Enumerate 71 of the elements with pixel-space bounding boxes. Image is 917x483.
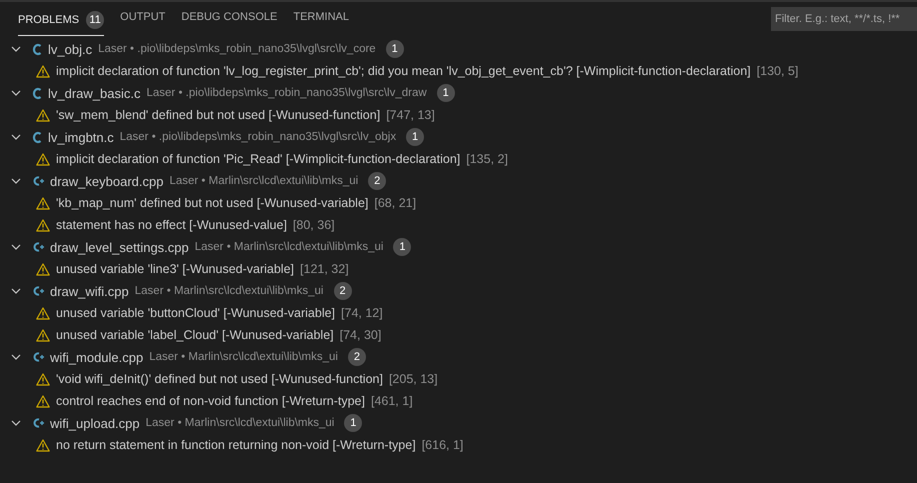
warning-icon (36, 438, 50, 452)
problem-message[interactable]: implicit declaration of function 'lv_log_register_print_cb'; did you mean 'lv_obj_get_event_cb'? [-Wimplicit-function-declaration] (56, 64, 751, 78)
file-name[interactable]: draw_keyboard.cpp (50, 174, 164, 188)
problem-message[interactable]: statement has no effect [-Wunused-value] (56, 218, 287, 232)
count-badge: 2 (368, 172, 386, 190)
problem-message[interactable]: 'sw_mem_blend' defined but not used [-Wunused-function] (56, 108, 380, 122)
problem-message[interactable]: 'void wifi_deInit()' defined but not used [-Wunused-function] (56, 372, 383, 386)
file-name[interactable]: lv_draw_basic.c (48, 86, 140, 100)
file-name[interactable]: wifi_module.cpp (50, 350, 144, 364)
problem-message[interactable]: no return statement in function returning non-void [-Wreturn-type] (56, 438, 416, 452)
count-badge: 2 (334, 282, 352, 300)
cpp-file-icon (32, 285, 44, 297)
problem-position: [205, 13] (388, 372, 438, 386)
file-path: Laser • Marlin\src\lcd\extui\lib\mks_ui (149, 351, 338, 363)
problem-message[interactable]: unused variable 'line3' [-Wunused-variable] (56, 262, 294, 276)
warning-icon (36, 64, 50, 78)
problem-position: [121, 32] (300, 262, 349, 276)
panel-tab[interactable]: OUTPUT (120, 2, 166, 30)
panel-tab[interactable]: DEBUG CONSOLE (181, 2, 278, 30)
c-file-icon (32, 42, 42, 56)
problem-message[interactable]: 'kb_map_num' defined but not used [-Wunused-variable] (56, 196, 368, 210)
count-badge: 1 (393, 238, 412, 256)
file-path: Laser • Marlin\src\lcd\extui\lib\mks_ui (169, 175, 358, 187)
problem-message[interactable]: unused variable 'label_Cloud' [-Wunused-variable] (56, 328, 334, 342)
problem-message[interactable]: control reaches end of non-void function [-Wreturn-type] (56, 394, 365, 408)
problem-position: [80, 36] (292, 218, 335, 232)
panel-tab[interactable]: PROBLEMS 11 (18, 2, 104, 36)
file-path: Laser • .pio\libdeps\mks_robin_nano35\lvgl\src\lv_draw (146, 87, 427, 99)
cpp-file-icon (32, 241, 44, 253)
c-file-icon (32, 86, 42, 100)
problem-message[interactable]: implicit declaration of function 'Pic_Read' [-Wimplicit-function-declaration] (56, 152, 460, 166)
warning-icon (36, 372, 50, 386)
file-path: Laser • Marlin\src\lcd\extui\lib\mks_ui (146, 417, 334, 429)
problem-position: [135, 2] (466, 152, 508, 166)
filter-field[interactable]: Filter. E.g.: text, **/*.ts, !** (771, 7, 917, 31)
warning-icon (36, 152, 50, 166)
warning-icon (36, 394, 50, 408)
file-name[interactable]: wifi_upload.cpp (50, 416, 140, 430)
problem-position: [747, 13] (386, 108, 435, 122)
warning-icon (36, 218, 50, 232)
problem-position: [68, 21] (374, 196, 416, 210)
file-path: Laser • Marlin\src\lcd\extui\lib\mks_ui (134, 285, 324, 297)
count-badge: 1 (386, 40, 404, 58)
file-path: Laser • Marlin\src\lcd\extui\lib\mks_ui (194, 241, 384, 253)
warning-icon (36, 328, 50, 342)
count-badge: 1 (436, 84, 455, 102)
problem-position: [461, 1] (370, 394, 413, 408)
warning-icon (36, 196, 50, 210)
c-file-icon (32, 130, 42, 144)
warning-icon (36, 262, 50, 276)
cpp-file-icon (32, 175, 44, 187)
file-path: Laser • .pio\libdeps\mks_robin_nano35\lvgl\src\lv_objx (120, 131, 396, 143)
file-name[interactable]: lv_imgbtn.c (48, 130, 114, 144)
warning-icon (36, 306, 50, 320)
problem-message[interactable]: unused variable 'buttonCloud' [-Wunused-variable] (56, 306, 336, 320)
warning-icon (36, 108, 50, 122)
count-badge: 1 (344, 414, 362, 432)
count-badge: 11 (86, 11, 104, 29)
problem-position: [74, 30] (340, 328, 382, 342)
file-path: Laser • .pio\libdeps\mks_robin_nano35\lvgl\src\lv_core (98, 43, 376, 55)
problem-position: [74, 12] (341, 306, 383, 320)
problem-position: [616, 1] (422, 438, 464, 452)
file-name[interactable]: draw_level_settings.cpp (50, 240, 189, 254)
cpp-file-icon (32, 351, 44, 363)
panel-tab[interactable]: TERMINAL (293, 2, 349, 30)
file-name[interactable]: draw_wifi.cpp (50, 284, 129, 298)
count-badge: 1 (406, 128, 424, 146)
problem-position: [130, 5] (756, 64, 798, 78)
file-name[interactable]: lv_obj.c (48, 42, 92, 56)
cpp-file-icon (32, 417, 44, 429)
count-badge: 2 (348, 348, 366, 366)
